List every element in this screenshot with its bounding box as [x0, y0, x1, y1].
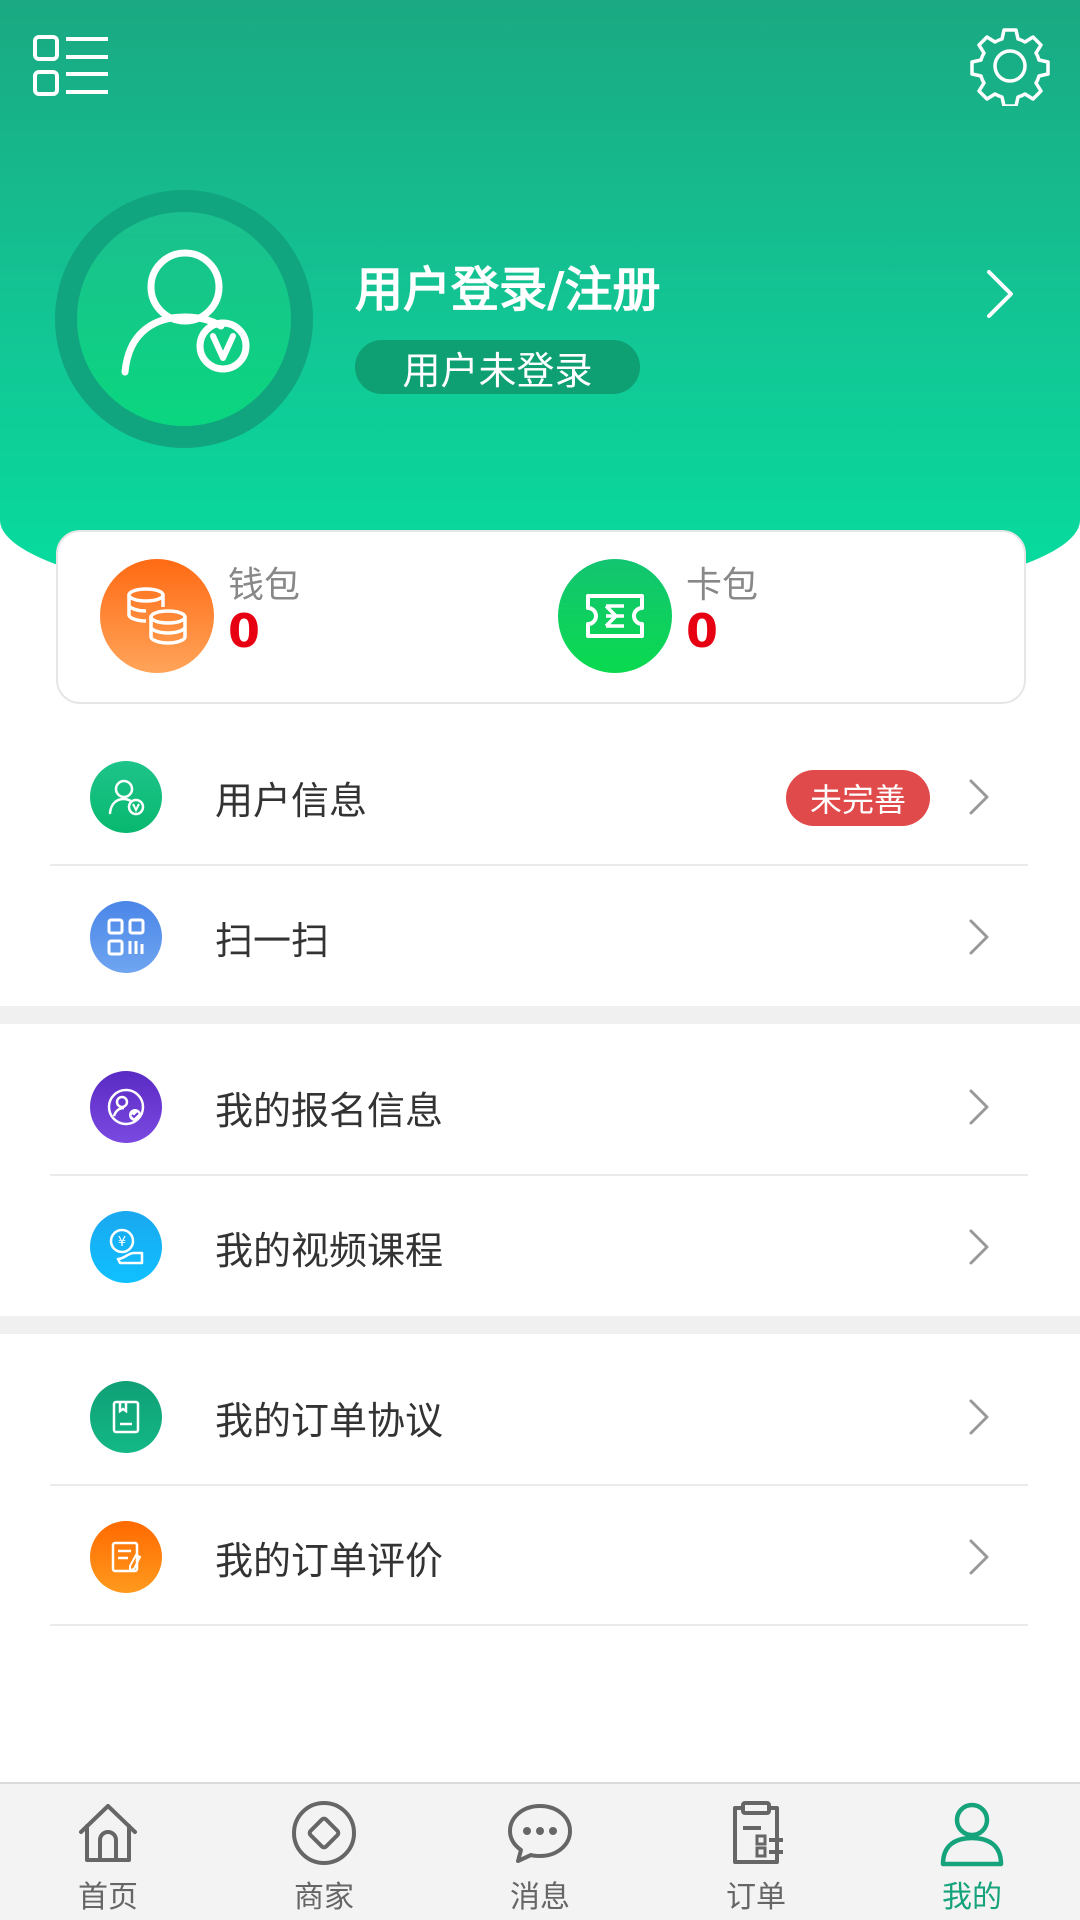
qr-scan-icon	[90, 901, 162, 973]
chevron-right-icon	[969, 1539, 989, 1575]
card-pack-label: 卡包	[686, 565, 759, 606]
chevron-right-icon	[969, 919, 989, 955]
tab-profile[interactable]: 我的	[864, 1784, 1080, 1920]
menu-item-order-review[interactable]: 我的订单评价	[0, 1486, 1080, 1626]
nav-label: 我的	[942, 1880, 1002, 1915]
nav-label: 订单	[726, 1880, 786, 1915]
menu-item-label: 我的报名信息	[215, 1089, 444, 1133]
coins-icon	[100, 559, 214, 673]
section-gap	[0, 1006, 1080, 1024]
chevron-right-icon	[969, 1399, 989, 1435]
settings-gear-icon[interactable]	[970, 26, 1050, 106]
order-review-icon	[90, 1521, 162, 1593]
login-register-link[interactable]: 用户登录/注册	[355, 250, 661, 320]
incomplete-badge: 未完善	[786, 770, 930, 826]
chevron-right-icon	[969, 1229, 989, 1265]
menu-icon[interactable]	[32, 34, 110, 98]
bottom-nav: 首页 商家 消息 订单 我的	[0, 1782, 1080, 1920]
chevron-right-icon[interactable]	[985, 268, 1015, 320]
registration-icon	[90, 1071, 162, 1143]
chevron-right-icon	[969, 779, 989, 815]
section-gap	[0, 1316, 1080, 1334]
menu-item-label: 我的订单评价	[215, 1539, 444, 1583]
order-agreement-icon	[90, 1381, 162, 1453]
divider	[50, 1624, 1028, 1626]
menu-item-label: 我的订单协议	[215, 1399, 444, 1443]
card-pack-item[interactable]: 卡包 0	[558, 556, 958, 682]
wallet-value: 0	[228, 604, 261, 658]
menu-item-label: 扫一扫	[215, 919, 330, 963]
tab-order[interactable]: 订单	[648, 1784, 864, 1920]
profile-header: 用户登录/注册 用户未登录	[0, 0, 1080, 620]
avatar-ring[interactable]	[55, 190, 313, 448]
menu-item-order-agreement[interactable]: 我的订单协议	[0, 1346, 1080, 1486]
login-status-badge: 用户未登录	[355, 340, 640, 394]
wallet-item[interactable]: 钱包 0	[100, 556, 500, 682]
nav-label: 首页	[78, 1880, 138, 1915]
menu-item-registration-info[interactable]: 我的报名信息	[0, 1036, 1080, 1176]
nav-label: 消息	[510, 1880, 570, 1915]
chevron-right-icon	[969, 1089, 989, 1125]
menu-item-label: 用户信息	[215, 779, 368, 823]
wallet-label: 钱包	[228, 565, 301, 606]
message-icon	[508, 1804, 572, 1863]
nav-label: 商家	[294, 1880, 354, 1915]
tab-merchant[interactable]: 商家	[216, 1784, 432, 1920]
avatar	[77, 212, 291, 426]
user-verified-icon	[121, 249, 250, 376]
profile-icon	[940, 1802, 1004, 1867]
menu-item-user-info[interactable]: 用户信息 未完善	[0, 726, 1080, 866]
menu-item-video-course[interactable]: ¥ 我的视频课程	[0, 1176, 1080, 1316]
wallet-card: 钱包 0 卡包 0	[56, 530, 1026, 704]
user-info-icon	[90, 761, 162, 833]
home-icon	[79, 1804, 137, 1862]
menu-item-label: 我的视频课程	[215, 1229, 444, 1273]
tab-message[interactable]: 消息	[432, 1784, 648, 1920]
svg-text:¥: ¥	[118, 1235, 126, 1250]
order-icon	[733, 1801, 783, 1864]
merchant-icon	[292, 1801, 356, 1865]
tab-home[interactable]: 首页	[0, 1784, 216, 1920]
card-pack-value: 0	[686, 604, 719, 658]
video-course-icon: ¥	[90, 1211, 162, 1283]
ticket-icon	[558, 559, 672, 673]
menu-item-scan[interactable]: 扫一扫	[0, 866, 1080, 1006]
